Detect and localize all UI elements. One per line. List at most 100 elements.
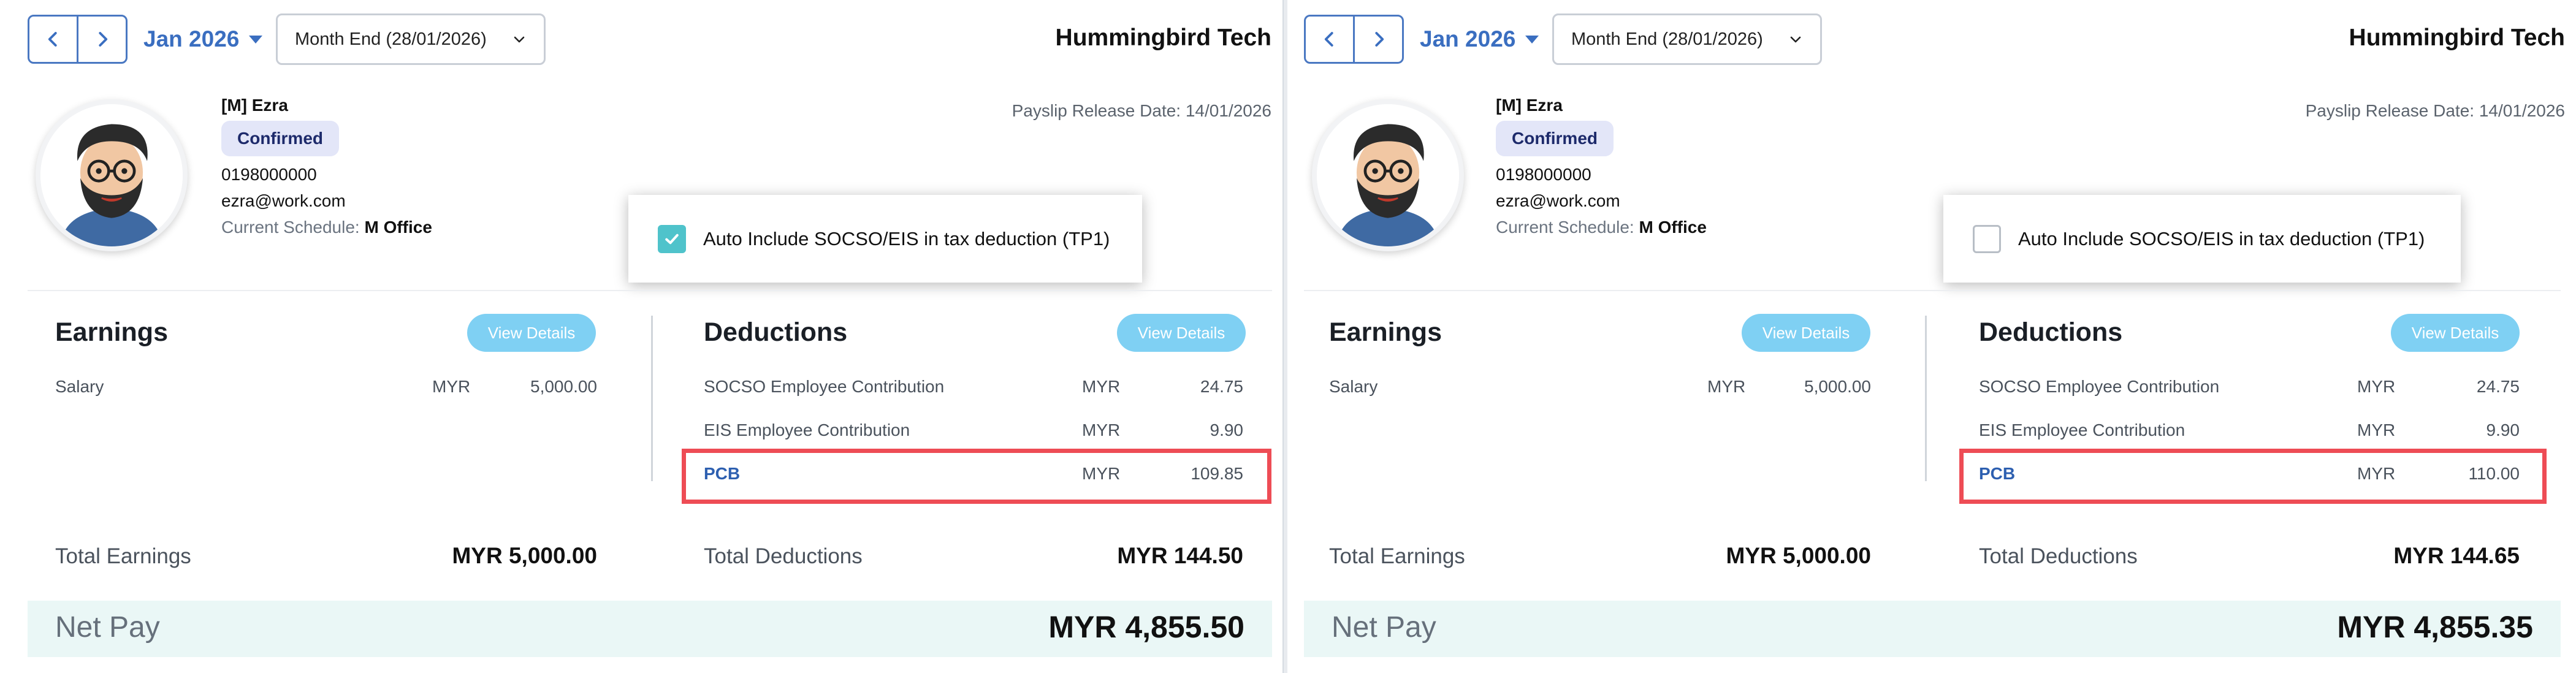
status-badge: Confirmed (1496, 121, 1614, 156)
deductions-row-eis: EIS Employee Contribution MYR 9.90 (1979, 420, 2520, 445)
tp1-option-label: Auto Include SOCSO/EIS in tax deduction … (703, 227, 1110, 249)
status-badge: Confirmed (221, 121, 339, 156)
chevron-down-icon (514, 36, 525, 43)
employee-name: [M] Ezra (221, 96, 288, 115)
pay-period-select[interactable]: Month End (28/01/2026) (1552, 13, 1822, 65)
check-icon (665, 234, 679, 244)
total-deductions-label: Total Deductions (1979, 544, 2138, 568)
row-amount: 5,000.00 (530, 377, 597, 396)
total-earnings-value: MYR 5,000.00 (452, 543, 597, 568)
total-deductions-label: Total Deductions (704, 544, 863, 568)
avatar-illustration-icon (40, 104, 183, 246)
company-name: Hummingbird Tech (1055, 25, 1271, 51)
net-pay-bar: Net Pay MYR 4,855.50 (28, 601, 1272, 657)
panel-divider (1282, 0, 1287, 673)
earnings-title: Earnings (55, 317, 168, 347)
row-label: EIS Employee Contribution (1979, 420, 2185, 439)
pay-period-value: Month End (28/01/2026) (1571, 29, 1763, 49)
net-pay-label: Net Pay (1332, 611, 1436, 644)
column-divider (1925, 316, 1927, 481)
avatar (36, 99, 188, 251)
employee-name: [M] Ezra (1496, 96, 1563, 115)
row-currency: MYR (2357, 377, 2396, 396)
pcb-highlight-box (1959, 449, 2547, 504)
month-label: Jan 2026 (143, 26, 240, 51)
month-picker[interactable]: Jan 2026 (1420, 25, 1539, 54)
caret-down-icon (1525, 35, 1539, 44)
row-label: SOCSO Employee Contribution (1979, 377, 2220, 396)
total-earnings-label: Total Earnings (55, 544, 191, 568)
row-currency: MYR (432, 377, 471, 396)
employee-schedule: Current Schedule: M Office (221, 218, 432, 237)
tp1-option-popup: Auto Include SOCSO/EIS in tax deduction … (1943, 195, 2461, 283)
employee-email: ezra@work.com (1496, 191, 1620, 210)
next-period-button[interactable] (1353, 17, 1402, 62)
employee-phone: 0198000000 (221, 165, 317, 184)
payslip-panel-left: Jan 2026 Month End (28/01/2026) Hummingb… (0, 0, 1282, 673)
row-amount: 9.90 (1210, 420, 1244, 439)
section-divider (28, 290, 1272, 291)
row-currency: MYR (1082, 420, 1121, 439)
row-currency: MYR (1082, 377, 1121, 396)
row-amount: 9.90 (2486, 420, 2520, 439)
schedule-label: Current Schedule: (221, 218, 360, 237)
month-label: Jan 2026 (1420, 26, 1516, 51)
avatar (1312, 99, 1464, 251)
period-nav (1304, 15, 1404, 64)
row-currency: MYR (1707, 377, 1746, 396)
earnings-row: Salary MYR 5,000.00 (55, 377, 597, 401)
deductions-view-details-button[interactable]: View Details (1117, 314, 1246, 352)
column-divider (651, 316, 653, 481)
row-amount: 24.75 (2476, 377, 2520, 396)
row-amount: 24.75 (1200, 377, 1243, 396)
deductions-title: Deductions (704, 317, 848, 347)
schedule-value: M Office (1639, 218, 1707, 237)
row-currency: MYR (2357, 420, 2396, 439)
month-picker[interactable]: Jan 2026 (143, 25, 263, 54)
schedule-value: M Office (364, 218, 432, 237)
row-label: SOCSO Employee Contribution (704, 377, 945, 396)
net-pay-value: MYR 4,855.35 (2337, 610, 2533, 644)
caret-down-icon (249, 35, 263, 44)
deductions-row-socso: SOCSO Employee Contribution MYR 24.75 (1979, 377, 2520, 401)
deductions-view-details-button[interactable]: View Details (2391, 314, 2520, 352)
chevron-right-icon (98, 32, 107, 47)
chevron-right-icon (1374, 32, 1384, 47)
row-amount: 5,000.00 (1804, 377, 1871, 396)
row-label: EIS Employee Contribution (704, 420, 910, 439)
row-label: Salary (55, 377, 104, 396)
net-pay-value: MYR 4,855.50 (1048, 610, 1244, 644)
pcb-highlight-box (682, 449, 1271, 504)
chevron-down-icon (1790, 36, 1801, 43)
total-earnings-label: Total Earnings (1329, 544, 1465, 568)
earnings-view-details-button[interactable]: View Details (467, 314, 596, 352)
payslip-release-date: Payslip Release Date: 14/01/2026 (1012, 101, 1271, 120)
pay-period-select[interactable]: Month End (28/01/2026) (276, 13, 546, 65)
tp1-checkbox[interactable] (1973, 224, 2001, 253)
employee-email: ezra@work.com (221, 191, 346, 210)
section-divider (1304, 290, 2561, 291)
tp1-option-popup: Auto Include SOCSO/EIS in tax deduction … (628, 195, 1142, 283)
period-nav (28, 15, 128, 64)
total-earnings-value: MYR 5,000.00 (1726, 543, 1871, 568)
earnings-title: Earnings (1329, 317, 1442, 347)
prev-period-button[interactable] (1306, 17, 1353, 62)
total-deductions-value: MYR 144.50 (1117, 543, 1243, 568)
payslip-release-date: Payslip Release Date: 14/01/2026 (2305, 101, 2565, 120)
net-pay-label: Net Pay (55, 611, 160, 644)
payslip-panel-right: Jan 2026 Month End (28/01/2026) Hummingb… (1287, 0, 2576, 673)
avatar-illustration-icon (1317, 104, 1459, 246)
company-name: Hummingbird Tech (2349, 25, 2565, 51)
chevron-left-icon (48, 32, 57, 47)
tp1-checkbox[interactable] (658, 224, 686, 253)
deductions-row-eis: EIS Employee Contribution MYR 9.90 (704, 420, 1243, 445)
next-period-button[interactable] (77, 17, 126, 62)
deductions-title: Deductions (1979, 317, 2123, 347)
prev-period-button[interactable] (29, 17, 77, 62)
total-deductions-value: MYR 144.65 (2393, 543, 2520, 568)
earnings-view-details-button[interactable]: View Details (1742, 314, 1870, 352)
deductions-row-socso: SOCSO Employee Contribution MYR 24.75 (704, 377, 1243, 401)
employee-phone: 0198000000 (1496, 165, 1591, 184)
schedule-label: Current Schedule: (1496, 218, 1634, 237)
employee-schedule: Current Schedule: M Office (1496, 218, 1707, 237)
